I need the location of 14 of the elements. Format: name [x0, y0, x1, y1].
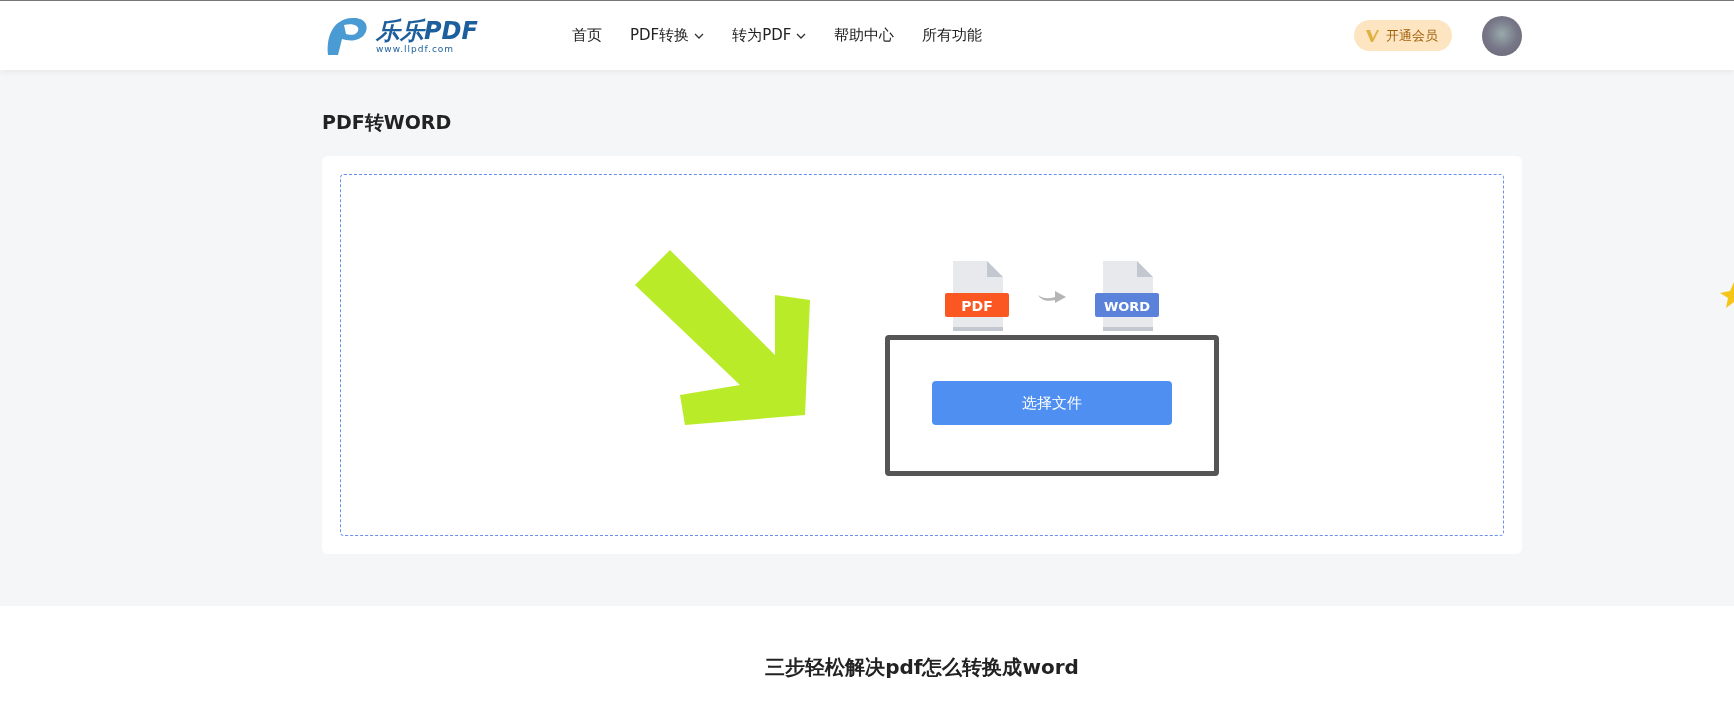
nav-link[interactable]: 转为PDF	[732, 26, 807, 45]
page-title: PDF转WORD	[322, 110, 453, 135]
logo-url: www.llpdf.com	[376, 43, 456, 54]
drop-zone[interactable]: PDF WORD 选择文件	[340, 174, 1504, 536]
nav-link[interactable]: 帮助中心	[834, 26, 895, 45]
nav-link[interactable]: 所有功能	[922, 26, 983, 45]
avatar[interactable]	[1482, 15, 1522, 56]
section-heading: 三步轻松解决pdf怎么转换成word	[764, 654, 1080, 681]
nav-link[interactable]: PDF转换	[630, 26, 705, 45]
logo-wordmark: 乐乐PDF	[376, 17, 478, 44]
vip-button[interactable]: 开通会员	[1354, 20, 1452, 51]
star-icon	[1718, 280, 1734, 310]
vip-icon	[1366, 28, 1382, 43]
nav-link[interactable]: 首页	[572, 26, 602, 45]
